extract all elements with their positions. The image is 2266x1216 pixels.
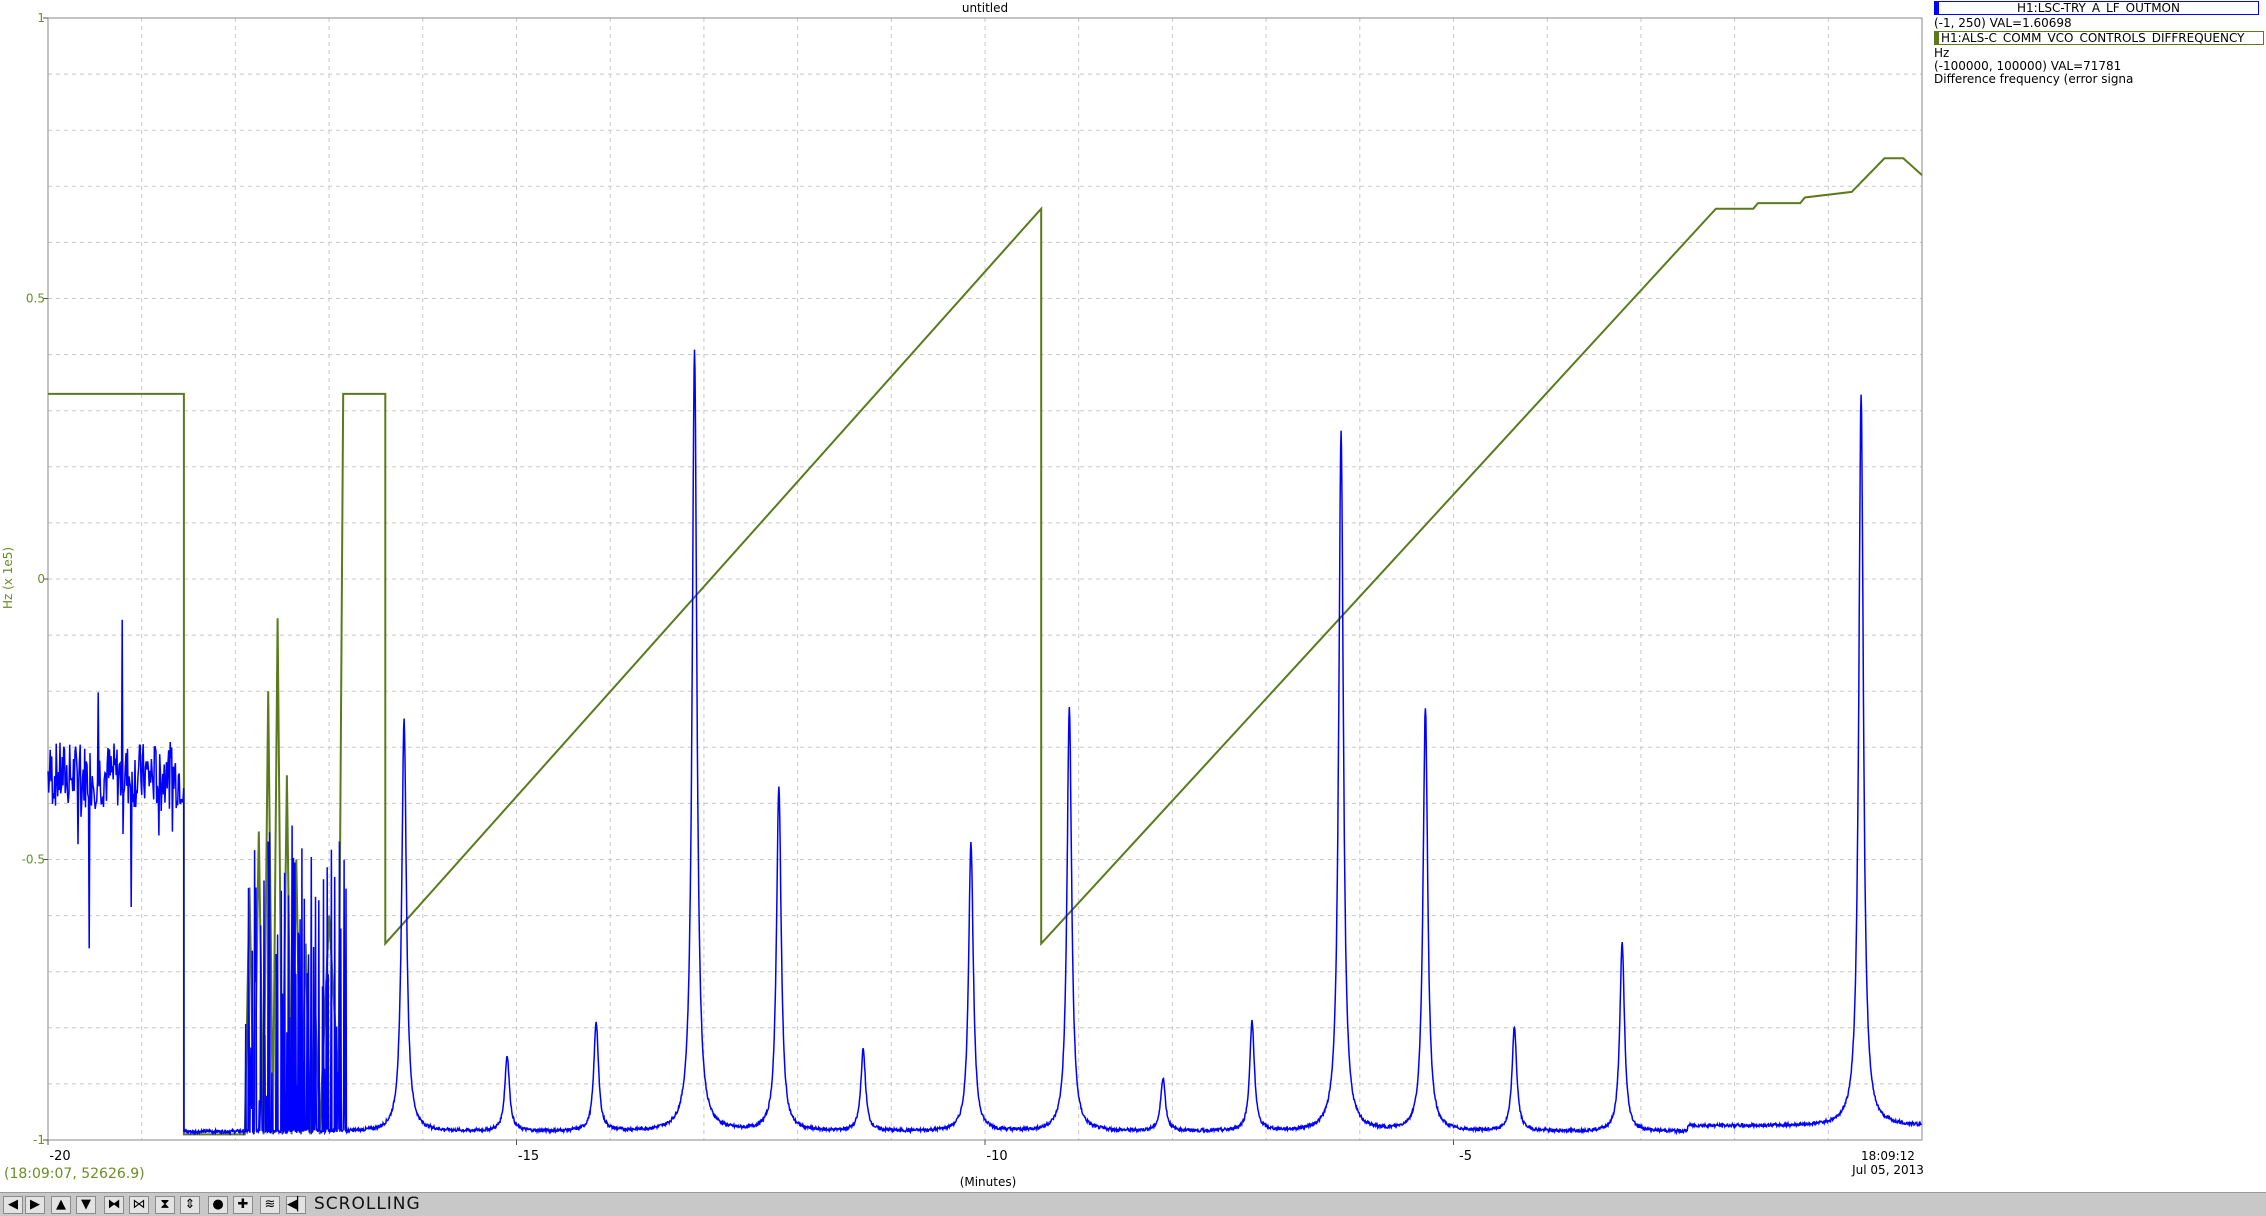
chart-title: untitled [962,1,1008,15]
y-tick-label: -1 [33,1133,45,1147]
compress-vertical-icon[interactable]: ⇕ [180,1196,200,1214]
y-tick-label: 0.5 [26,292,45,306]
scroll-right-icon[interactable]: ▶ [25,1196,45,1214]
x-tick-label: -15 [518,1149,539,1164]
legend-series-2-description: Difference frequency (error signa [1934,72,2134,86]
grid-lines [48,18,1922,1140]
scroll-mode-icon[interactable]: ◀▏ [286,1196,307,1214]
end-date-label: Jul 05, 2013 [1851,1163,1924,1177]
y-tick-label: 0 [37,572,45,586]
x-axis-label: (Minutes) [960,1175,1017,1189]
x-axis: -20 -15 -10 -5 [47,1140,1472,1164]
x-tick-label: -10 [986,1149,1007,1164]
scroll-up-icon[interactable]: ▲ [51,1196,71,1214]
y-tick-label: 1 [37,11,45,25]
scroll-mode-label: SCROLLING [314,1194,421,1214]
y-axis: 1 0.5 0 -0.5 -1 [22,11,48,1147]
crosshair-icon[interactable]: ✚ [233,1196,253,1214]
legend-series-2-unit: Hz [1934,46,1950,60]
y-axis-label: Hz (x 1e5) [1,547,15,609]
record-icon[interactable]: ● [208,1196,228,1214]
end-time-label: 18:09:12 [1861,1149,1915,1163]
scroll-down-icon[interactable]: ▼ [76,1196,96,1214]
cursor-readout: (18:09:07, 52626.9) [4,1166,145,1182]
scroll-left-icon[interactable]: ◀ [3,1196,23,1214]
y-tick-label: -0.5 [22,853,45,867]
autoscale-icon[interactable]: ≋ [260,1196,280,1214]
plot-area[interactable]: -20 -15 -10 -5 1 0.5 0 -0.5 -1 untitled (Minute… [0,0,2266,1216]
legend-series-2-range: (-100000, 100000) VAL=71781 [1934,59,2122,73]
x-tick-label: -5 [1459,1149,1472,1164]
expand-horizontal-icon[interactable]: ⧓ [104,1196,124,1214]
legend-series-1-name[interactable]: H1:LSC-TRY_A_LF_OUTMON [1934,1,2259,15]
legend-series-1-range: (-1, 250) VAL=1.60698 [1934,16,2072,30]
legend-series-2-name[interactable]: H1:ALS-C_COMM_VCO_CONTROLS_DIFFREQUENCY [1934,31,2264,45]
compress-horizontal-icon[interactable]: ⋈ [129,1196,149,1214]
expand-vertical-icon[interactable]: ⧗ [155,1196,175,1214]
x-tick-label: -20 [49,1149,70,1164]
